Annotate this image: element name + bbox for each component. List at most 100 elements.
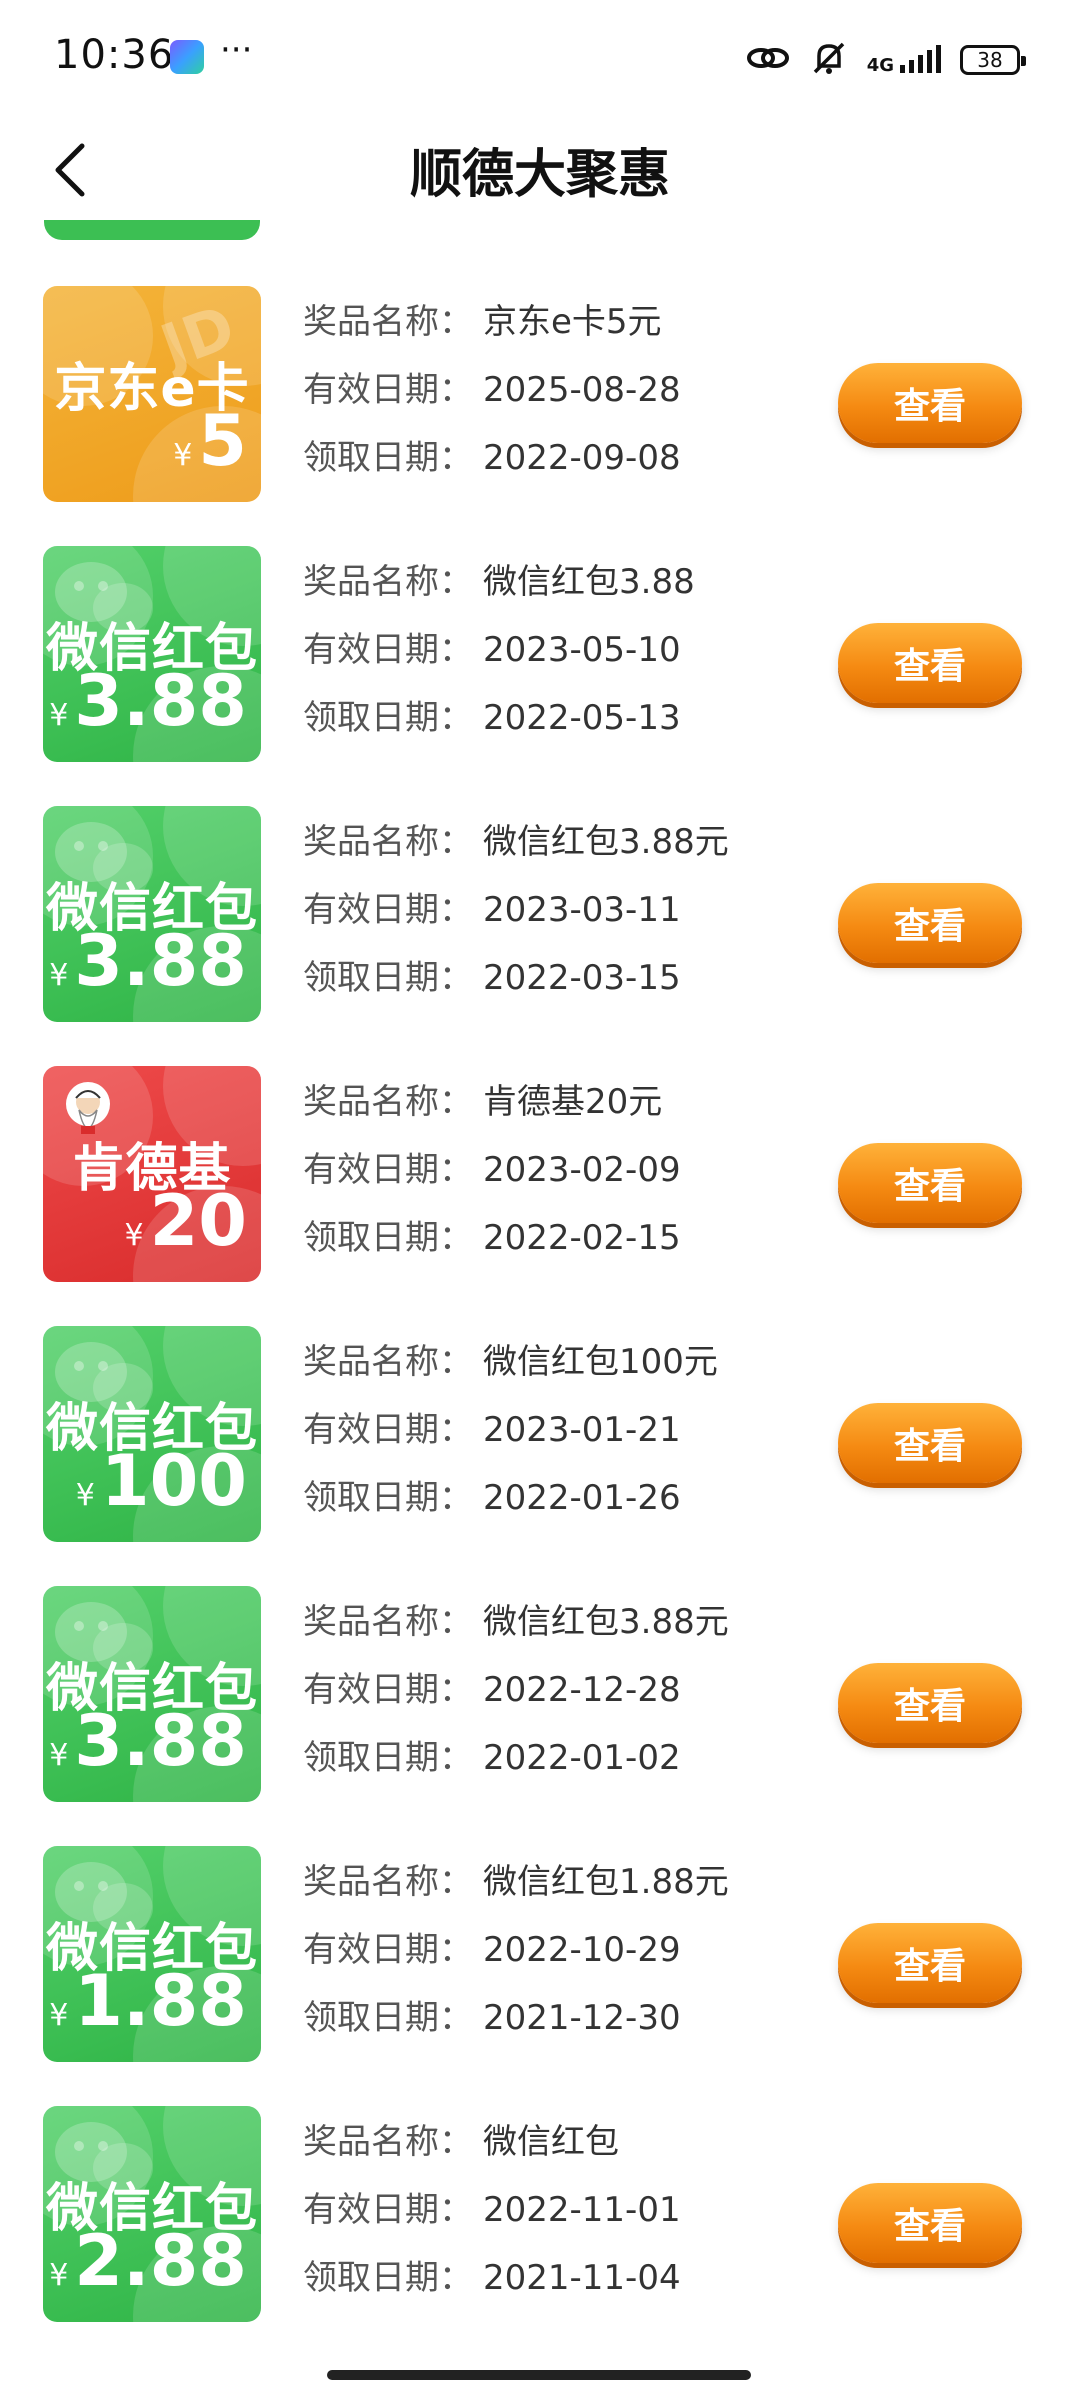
card-yen: ¥ [49, 2258, 69, 2293]
received-date: 2022-05-13 [483, 698, 681, 738]
prize-card[interactable]: JD 京东e卡 ¥5 [43, 286, 261, 502]
valid-date-label: 有效日期： [303, 1150, 473, 1190]
previous-card-edge [44, 220, 260, 240]
view-button[interactable]: 查看 [838, 1143, 1022, 1223]
prize-name-line: 奖品名称： 微信红包100元 [303, 1334, 718, 1383]
card-amount-value: 5 [198, 400, 247, 482]
signal-group: 4G [867, 45, 942, 75]
received-date: 2022-02-15 [483, 1218, 681, 1258]
prize-name-label: 奖品名称： [303, 1602, 473, 1642]
received-date-line: 领取日期： 2022-05-13 [303, 690, 681, 739]
card-amount: ¥3.88 [49, 1701, 247, 1796]
valid-date-line: 有效日期： 2022-10-29 [303, 1922, 681, 1971]
prize-card[interactable]: 微信红包 ¥100 [43, 1326, 261, 1542]
prize-row-7: 微信红包 ¥1.88 奖品名称： 微信红包1.88元 有效日期： 2022-10-2… [0, 1846, 1080, 2062]
card-yen: ¥ [49, 698, 69, 733]
mute-icon [809, 38, 849, 82]
valid-date-line: 有效日期： 2022-11-01 [303, 2182, 681, 2231]
status-time: 10:36 [54, 32, 175, 78]
received-date-label: 领取日期： [303, 958, 473, 998]
valid-date: 2023-01-21 [483, 1410, 681, 1450]
card-yen: ¥ [49, 958, 69, 993]
card-yen: ¥ [124, 1218, 144, 1253]
valid-date-label: 有效日期： [303, 1670, 473, 1710]
prize-name-line: 奖品名称： 肯德基20元 [303, 1074, 662, 1123]
view-button[interactable]: 查看 [838, 623, 1022, 703]
prize-card[interactable]: 微信红包 ¥3.88 [43, 806, 261, 1022]
home-indicator[interactable] [327, 2370, 751, 2380]
card-amount-value: 20 [149, 1180, 247, 1262]
valid-date-label: 有效日期： [303, 630, 473, 670]
link-icon [745, 43, 791, 77]
more-notifications-icon: ··· [220, 30, 253, 70]
valid-date: 2023-05-10 [483, 630, 681, 670]
valid-date-line: 有效日期： 2023-02-09 [303, 1142, 681, 1191]
card-yen: ¥ [75, 1478, 95, 1513]
view-button[interactable]: 查看 [838, 2183, 1022, 2263]
received-date-line: 领取日期： 2022-09-08 [303, 430, 681, 479]
received-date: 2022-03-15 [483, 958, 681, 998]
view-button[interactable]: 查看 [838, 1663, 1022, 1743]
prize-card[interactable]: 微信红包 ¥3.88 [43, 1586, 261, 1802]
page-title: 顺德大聚惠 [409, 145, 670, 205]
card-amount: ¥3.88 [49, 661, 247, 756]
card-amount-value: 1.88 [74, 1960, 247, 2042]
prize-name-label: 奖品名称： [303, 2122, 473, 2162]
prize-card[interactable]: 微信红包 ¥1.88 [43, 1846, 261, 2062]
valid-date-label: 有效日期： [303, 1410, 473, 1450]
received-date-label: 领取日期： [303, 1738, 473, 1778]
received-date-line: 领取日期： 2022-01-26 [303, 1470, 681, 1519]
prize-row-4: 肯德基 ¥20 奖品名称： 肯德基20元 有效日期： 2023-02-09 领取日期… [0, 1066, 1080, 1282]
prize-row-5: 微信红包 ¥100 奖品名称： 微信红包100元 有效日期： 2023-01-21 … [0, 1326, 1080, 1542]
received-date-label: 领取日期： [303, 1218, 473, 1258]
view-button[interactable]: 查看 [838, 1403, 1022, 1483]
received-date: 2022-09-08 [483, 438, 681, 478]
nav-bar: 顺德大聚惠 [0, 120, 1080, 220]
valid-date-line: 有效日期： 2023-01-21 [303, 1402, 681, 1451]
valid-date: 2025-08-28 [483, 370, 681, 410]
card-amount-value: 3.88 [74, 920, 247, 1002]
valid-date-line: 有效日期： 2025-08-28 [303, 362, 681, 411]
valid-date-line: 有效日期： 2023-03-11 [303, 882, 681, 931]
prize-name-label: 奖品名称： [303, 562, 473, 602]
prize-row-6: 微信红包 ¥3.88 奖品名称： 微信红包3.88元 有效日期： 2022-12-2… [0, 1586, 1080, 1802]
prize-name: 微信红包3.88元 [483, 822, 729, 862]
card-yen: ¥ [49, 1738, 69, 1773]
prize-row-8: 微信红包 ¥2.88 奖品名称： 微信红包 有效日期： 2022-11-01 领取日… [0, 2106, 1080, 2322]
prize-name: 微信红包3.88元 [483, 1602, 729, 1642]
prize-name-line: 奖品名称： 微信红包1.88元 [303, 1854, 729, 1903]
view-button[interactable]: 查看 [838, 883, 1022, 963]
received-date: 2021-11-04 [483, 2258, 681, 2298]
prize-name-label: 奖品名称： [303, 822, 473, 862]
card-amount-value: 3.88 [74, 1700, 247, 1782]
valid-date: 2023-02-09 [483, 1150, 681, 1190]
view-button[interactable]: 查看 [838, 1923, 1022, 2003]
prize-name: 微信红包1.88元 [483, 1862, 729, 1902]
valid-date-label: 有效日期： [303, 370, 473, 410]
prize-card[interactable]: 微信红包 ¥3.88 [43, 546, 261, 762]
card-amount-value: 100 [100, 1440, 247, 1522]
valid-date: 2022-10-29 [483, 1930, 681, 1970]
status-icons: 4G 38 [745, 36, 1026, 84]
prize-name: 微信红包3.88 [483, 562, 695, 602]
network-type: 4G [866, 55, 894, 76]
received-date-label: 领取日期： [303, 1998, 473, 2038]
prize-list[interactable]: JD 京东e卡 ¥5 奖品名称： 京东e卡5元 有效日期： 2025-08-28 领… [0, 220, 1080, 2350]
prize-name: 肯德基20元 [483, 1082, 663, 1122]
battery-icon: 38 [960, 45, 1026, 75]
received-date: 2022-01-02 [483, 1738, 681, 1778]
prize-card[interactable]: 微信红包 ¥2.88 [43, 2106, 261, 2322]
prize-name: 微信红包 [483, 2122, 619, 2162]
received-date-line: 领取日期： 2021-12-30 [303, 1990, 681, 2039]
prize-name-label: 奖品名称： [303, 1342, 473, 1382]
received-date-line: 领取日期： 2022-01-02 [303, 1730, 681, 1779]
valid-date: 2022-12-28 [483, 1670, 681, 1710]
card-amount-value: 2.88 [74, 2220, 247, 2302]
received-date-label: 领取日期： [303, 1478, 473, 1518]
received-date: 2022-01-26 [483, 1478, 681, 1518]
prize-card[interactable]: 肯德基 ¥20 [43, 1066, 261, 1282]
prize-name-line: 奖品名称： 微信红包3.88 [303, 554, 695, 603]
view-button[interactable]: 查看 [838, 363, 1022, 443]
received-date: 2021-12-30 [483, 1998, 681, 2038]
prize-name: 微信红包100元 [483, 1342, 718, 1382]
